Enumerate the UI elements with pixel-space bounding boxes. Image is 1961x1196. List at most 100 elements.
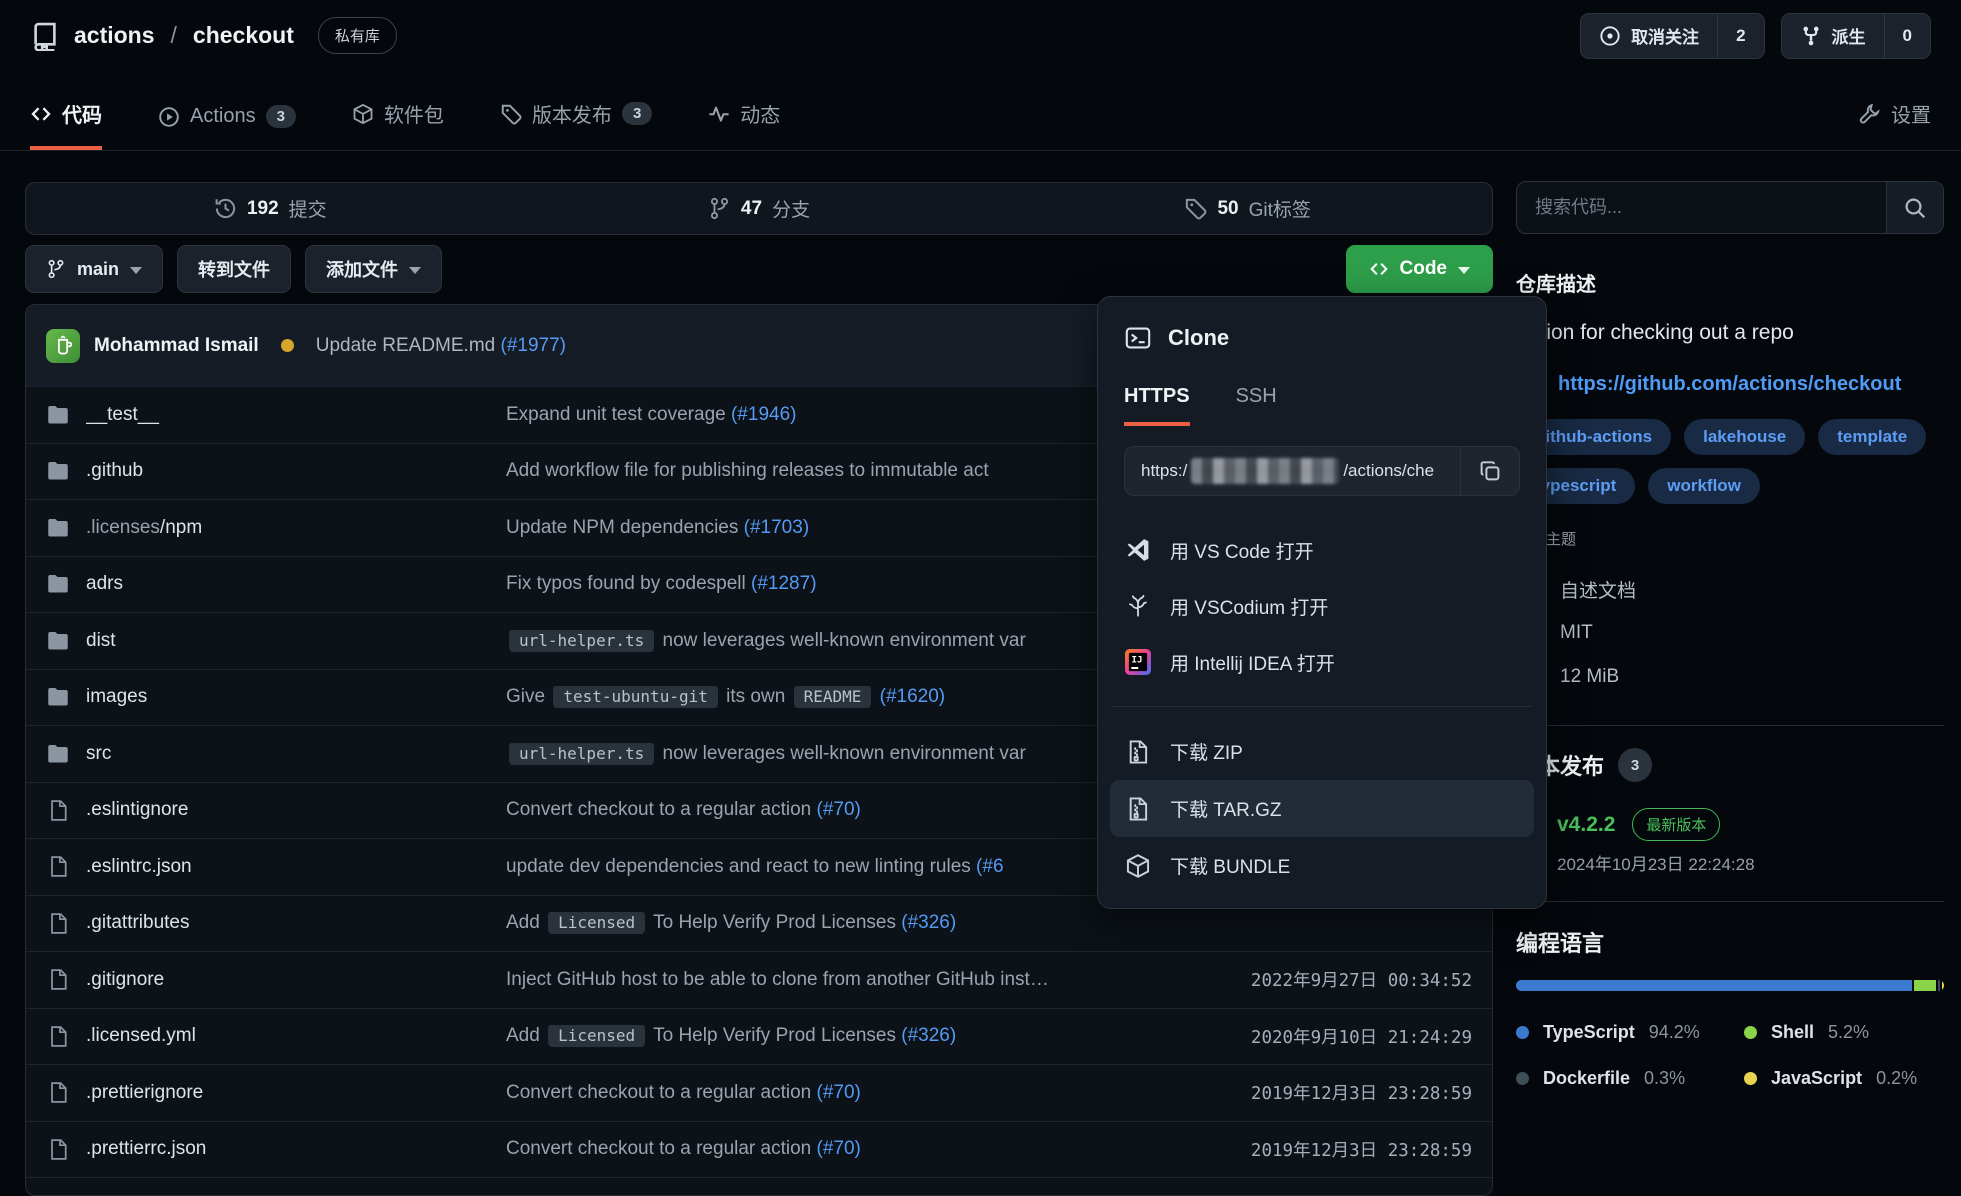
stat-branches[interactable]: 47 分支 [515, 195, 1004, 222]
fork-button[interactable]: 派生 0 [1781, 13, 1931, 59]
release-version-link[interactable]: v4.2.2 [1557, 813, 1615, 837]
meta-database-row[interactable]: 12 MiB [1516, 655, 1944, 699]
table-row[interactable]: .gitignoreInject GitHub host to be able … [26, 951, 1492, 1008]
tab-settings[interactable]: 设置 [1859, 99, 1931, 150]
language-bar-segment [1938, 980, 1940, 991]
clone-url-input[interactable]: https:/ /actions/che [1125, 447, 1460, 495]
file-name-link[interactable]: .prettierrc.json [86, 1138, 506, 1160]
folder-icon [46, 459, 70, 483]
folder-icon [46, 516, 70, 540]
download-item[interactable]: 下载 TAR.GZ [1110, 780, 1534, 837]
stat-commits[interactable]: 192 提交 [26, 195, 515, 222]
tab-packages[interactable]: 软件包 [352, 99, 444, 150]
branches-label: 分支 [772, 195, 810, 222]
meta-law-row[interactable]: MIT [1516, 611, 1944, 655]
breadcrumb-separator: / [171, 22, 177, 49]
file-name-link[interactable]: .github [86, 460, 506, 482]
commit-author[interactable]: Mohammad Ismail [94, 335, 259, 357]
latest-release-row: v4.2.2 最新版本 [1516, 808, 1944, 841]
file-name-link[interactable]: .licenses/npm [86, 517, 506, 539]
open-in-idea-item[interactable]: IJ用 Intellij IDEA 打开 [1124, 634, 1520, 690]
commit-message[interactable]: Inject GitHub host to be able to clone f… [506, 969, 1233, 991]
breadcrumb-repo[interactable]: checkout [193, 22, 294, 49]
issue-link[interactable]: (#1703) [744, 517, 810, 538]
issue-link[interactable]: (#6 [976, 856, 1003, 877]
stat-tags[interactable]: 50 Git标签 [1003, 195, 1492, 222]
commit-date: 2019年12月3日 23:28:59 [1251, 1137, 1472, 1162]
issue-link[interactable]: (#70) [817, 1138, 861, 1159]
file-name-link[interactable]: .gitattributes [86, 912, 506, 934]
commit-message[interactable]: Convert checkout to a regular action (#7… [506, 1082, 1233, 1104]
open-in-vscode-item[interactable]: 用 VS Code 打开 [1124, 522, 1520, 578]
open-in-vscodium-item[interactable]: 用 VSCodium 打开 [1124, 578, 1520, 634]
file-name-link[interactable]: __test__ [86, 404, 506, 426]
branch-selector[interactable]: main [25, 245, 163, 293]
file-name-link[interactable]: .eslintrc.json [86, 856, 506, 878]
search-button[interactable] [1886, 182, 1943, 233]
fork-count[interactable]: 0 [1884, 14, 1930, 58]
file-name-link[interactable]: src [86, 743, 506, 765]
table-row[interactable]: .licensed.ymlAdd Licensed To Help Verify… [26, 1008, 1492, 1065]
topic-pill[interactable]: lakehouse [1684, 419, 1805, 455]
issue-link[interactable]: (#326) [901, 1025, 956, 1046]
file-name-link[interactable]: dist [86, 630, 506, 652]
code-icon [30, 103, 52, 125]
issue-link[interactable]: (#1946) [731, 404, 797, 425]
issue-link[interactable]: (#326) [901, 912, 956, 933]
folder-icon [46, 629, 70, 653]
goto-file-button[interactable]: 转到文件 [177, 245, 291, 293]
file-name-link[interactable]: .gitignore [86, 969, 506, 991]
website-link[interactable]: https://github.com/actions/checkout [1558, 373, 1901, 396]
meta-book-row[interactable]: 自述文档 [1516, 567, 1944, 611]
avatar[interactable] [46, 329, 80, 363]
eye-icon [1599, 25, 1621, 47]
tab-https[interactable]: HTTPS [1124, 385, 1190, 426]
commit-message[interactable]: Add Licensed To Help Verify Prod License… [506, 1025, 1233, 1047]
download-item[interactable]: 下载 BUNDLE [1124, 837, 1520, 894]
topic-pill[interactable]: template [1818, 419, 1926, 455]
table-row[interactable]: .prettierrc.jsonConvert checkout to a re… [26, 1121, 1492, 1178]
menu-item-label: 用 VS Code 打开 [1170, 537, 1314, 564]
tab-ssh[interactable]: SSH [1236, 385, 1277, 426]
language-name: TypeScript [1543, 1022, 1635, 1043]
meta-label: 自述文档 [1560, 576, 1636, 603]
issue-link[interactable]: (#1977) [501, 335, 567, 356]
issue-link[interactable]: (#70) [817, 799, 861, 820]
watch-count[interactable]: 2 [1717, 14, 1763, 58]
message-text: Convert checkout to a regular action [506, 799, 817, 820]
tab-releases[interactable]: 版本发布 3 [500, 99, 652, 150]
tab-actions[interactable]: Actions 3 [158, 105, 296, 150]
commit-status-dot[interactable] [281, 339, 294, 352]
download-item[interactable]: 下载 ZIP [1124, 723, 1520, 780]
issue-link[interactable]: (#70) [817, 1082, 861, 1103]
breadcrumb-owner[interactable]: actions [74, 22, 155, 49]
issue-link[interactable]: (#1287) [751, 573, 817, 594]
vscodium-icon [1124, 593, 1152, 619]
language-dot [1744, 1026, 1757, 1039]
file-name-link[interactable]: .licensed.yml [86, 1025, 506, 1047]
manage-topics-link[interactable]: 管理主题 [1516, 528, 1944, 549]
search-input[interactable] [1517, 182, 1886, 233]
topic-pill[interactable]: workflow [1648, 468, 1760, 504]
search-icon [1903, 196, 1927, 220]
unwatch-button[interactable]: 取消关注 2 [1580, 13, 1764, 59]
terminal-icon [1124, 324, 1152, 352]
menu-item-label: 下载 TAR.GZ [1170, 795, 1282, 822]
copy-url-button[interactable] [1460, 447, 1519, 495]
add-file-button[interactable]: 添加文件 [305, 245, 442, 293]
file-name-link[interactable]: .prettierignore [86, 1082, 506, 1104]
file-name-link[interactable]: .eslintignore [86, 799, 506, 821]
tab-code[interactable]: 代码 [30, 99, 102, 150]
language-dot [1744, 1072, 1757, 1085]
commit-message[interactable]: Convert checkout to a regular action (#7… [506, 1138, 1233, 1160]
language-bar[interactable] [1516, 980, 1944, 991]
tab-activity[interactable]: 动态 [708, 99, 780, 150]
commit-message[interactable]: Add Licensed To Help Verify Prod License… [506, 912, 1454, 934]
issue-link[interactable]: (#1620) [880, 686, 946, 707]
file-name-link[interactable]: images [86, 686, 506, 708]
code-button-label: Code [1400, 258, 1448, 280]
code-download-button[interactable]: Code [1346, 245, 1494, 293]
file-name-link[interactable]: adrs [86, 573, 506, 595]
commit-message[interactable]: Update README.md (#1977) [316, 335, 566, 357]
table-row[interactable]: .prettierignoreConvert checkout to a reg… [26, 1064, 1492, 1121]
